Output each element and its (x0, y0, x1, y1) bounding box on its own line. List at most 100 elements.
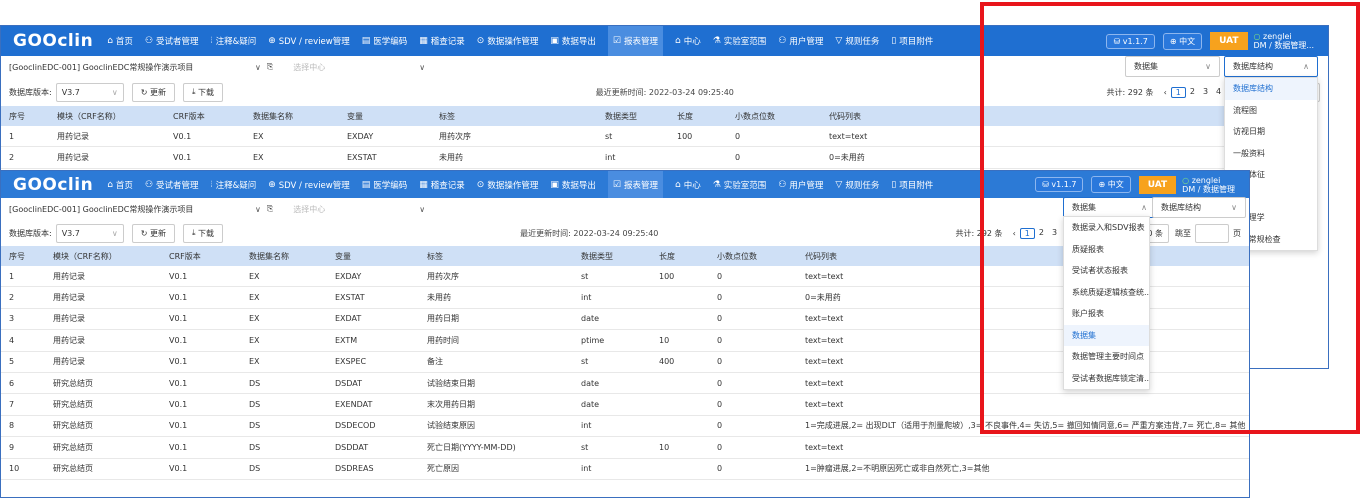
table-row[interactable]: 7 研究总结页 V0.1 DS EXENDAT 末次用药日期 date 0 text=text (1, 393, 1249, 416)
chevron-down-icon[interactable]: ∨ (255, 63, 261, 72)
column-header[interactable]: 代码列表 (797, 246, 1249, 266)
table-row[interactable]: 9 研究总结页 V0.1 DS DSDDAT 死亡日期(YYYY-MM-DD) st 10 0 t… (1, 436, 1249, 459)
nav-item[interactable]: ▽ 规则任务 (835, 35, 879, 47)
chevron-down-icon[interactable]: ∨ (419, 63, 425, 72)
nav-item[interactable]: ⚇ 用户管理 (778, 35, 823, 47)
column-header[interactable]: 标签 (431, 106, 597, 126)
refresh-button[interactable]: ↻ 更新 (131, 82, 175, 102)
nav-item[interactable]: ⦙ 注释&疑问 (211, 35, 257, 47)
nav-item[interactable]: ▦ 稽查记录 (419, 179, 465, 191)
column-header[interactable]: 长度 (669, 106, 727, 126)
column-header[interactable]: 小数点位数 (709, 246, 797, 266)
report-struct-select-back[interactable]: 数据库结构 ∧ (1224, 56, 1318, 77)
dropdown-option[interactable]: 数据库结构 (1225, 78, 1317, 100)
project-select[interactable]: [GooclinEDC-001] GooclinEDC常规操作演示项目 (9, 62, 249, 73)
chevron-down-icon[interactable]: ∨ (255, 205, 261, 214)
nav-item[interactable]: ⊙ 数据操作管理 (477, 35, 539, 47)
column-header[interactable]: 标签 (419, 246, 573, 266)
nav-item[interactable]: ⊙ 数据操作管理 (477, 179, 539, 191)
project-select[interactable]: [GooclinEDC-001] GooclinEDC常规操作演示项目 (9, 204, 249, 215)
page-number[interactable]: 3 (1199, 87, 1212, 98)
page-number[interactable]: 2 (1186, 87, 1199, 98)
user-menu[interactable]: ○ zenglei DM / 数据管理 (1182, 176, 1235, 194)
column-header[interactable]: 模块（CRF名称） (45, 246, 161, 266)
dropdown-option[interactable]: 一般资料 (1225, 143, 1317, 165)
column-header[interactable]: 序号 (1, 246, 45, 266)
nav-item[interactable]: ⦙ 注释&疑问 (211, 179, 257, 191)
nav-item[interactable]: ⊕ SDV / review管理 (268, 179, 350, 191)
column-header[interactable]: 数据类型 (597, 106, 669, 126)
table-row[interactable]: 10 研究总结页 V0.1 DS DSDREAS 死亡原因 int 0 1=肿瘤进展,2=不明原… (1, 458, 1249, 480)
chevron-down-icon[interactable]: ∨ (419, 205, 425, 214)
prev-page-icon[interactable]: ‹ (1160, 88, 1171, 97)
column-header[interactable]: 数据集名称 (245, 106, 339, 126)
column-header[interactable]: 序号 (1, 106, 49, 126)
nav-item[interactable]: ▦ 稽查记录 (419, 35, 465, 47)
export-icon[interactable]: ⎘ (267, 62, 273, 72)
nav-item[interactable]: ⚗ 实验室范围 (713, 179, 767, 191)
table-row[interactable]: 8 研究总结页 V0.1 DS DSDECOD 试验结束原因 int 0 1=完成进展,2= 出… (1, 415, 1249, 438)
nav-item[interactable]: ⌂ 中心 (675, 179, 701, 191)
page-number[interactable]: 1 (1170, 86, 1186, 98)
center-select[interactable]: 选择中心 (293, 62, 413, 73)
column-header[interactable]: CRF版本 (165, 106, 245, 126)
nav-item[interactable]: ⚇ 受试者管理 (145, 179, 199, 191)
db-version-select[interactable]: V3.7 ∨ (55, 223, 124, 243)
column-header[interactable]: CRF版本 (161, 246, 241, 266)
dropdown-option[interactable]: 数据管理主要时间点 (1064, 346, 1149, 368)
column-header[interactable]: 数据集名称 (241, 246, 327, 266)
nav-item[interactable]: ⚇ 用户管理 (778, 179, 823, 191)
nav-item[interactable]: ⚇ 受试者管理 (145, 35, 199, 47)
page-number[interactable]: 1 (1019, 227, 1035, 239)
dropdown-option[interactable]: 系统质疑逻辑核查统... (1064, 282, 1149, 304)
export-icon[interactable]: ⎘ (267, 204, 273, 214)
refresh-button[interactable]: ↻ 更新 (131, 223, 175, 243)
db-version-select[interactable]: V3.7 ∨ (55, 82, 124, 102)
dropdown-option[interactable]: 流程图 (1225, 100, 1317, 122)
dropdown-option[interactable]: 数据集 (1064, 324, 1149, 346)
column-header[interactable]: 长度 (651, 246, 709, 266)
download-button[interactable]: ⤓ 下载 (182, 82, 224, 102)
dropdown-option[interactable]: 数据录入和SDV报表 (1064, 217, 1149, 239)
dropdown-option[interactable]: 质疑报表 (1064, 239, 1149, 261)
table-row[interactable]: 2 用药记录 V0.1 EX EXSTAT 未用药 int 0 0=未用药 (1, 146, 1287, 169)
language-button[interactable]: ⊕ 中文 (1091, 176, 1131, 193)
report-type-select-front[interactable]: 数据集 ∧ (1063, 197, 1156, 218)
download-button[interactable]: ⤓ 下载 (182, 223, 224, 243)
page-number[interactable]: 2 (1035, 228, 1048, 239)
nav-item[interactable]: ⌂ 首页 (107, 179, 133, 191)
nav-item[interactable]: ▣ 数据导出 (550, 35, 596, 47)
column-header[interactable]: 变量 (339, 106, 431, 126)
page-number[interactable]: 3 (1048, 228, 1061, 239)
user-menu[interactable]: ○ zenglei DM / 数据管理... (1254, 32, 1314, 50)
nav-item[interactable]: ⊕ SDV / review管理 (268, 35, 350, 47)
dropdown-option[interactable]: 访视日期 (1225, 121, 1317, 143)
nav-item[interactable]: ⌂ 中心 (675, 35, 701, 47)
center-select[interactable]: 选择中心 (293, 204, 413, 215)
nav-item[interactable]: ▽ 规则任务 (835, 179, 879, 191)
nav-item[interactable]: ☑ 报表管理 (607, 171, 663, 198)
language-button[interactable]: ⊕ 中文 (1162, 32, 1203, 50)
nav-item[interactable]: ☑ 报表管理 (607, 26, 663, 56)
nav-item[interactable]: ▯ 项目附件 (891, 35, 933, 47)
column-header[interactable]: 变量 (327, 246, 419, 266)
column-header[interactable]: 小数点位数 (727, 106, 821, 126)
nav-item[interactable]: ▤ 医学编码 (362, 179, 408, 191)
dropdown-option[interactable]: 受试者状态报表 (1064, 260, 1149, 282)
column-header[interactable]: 代码列表 (821, 106, 1287, 126)
report-struct-select-front[interactable]: 数据库结构 ∨ (1152, 197, 1246, 218)
goto-input[interactable] (1195, 223, 1229, 243)
dropdown-option[interactable]: 账户报表 (1064, 303, 1149, 325)
version-badge[interactable]: ⛁ v1.1.7 (1106, 33, 1155, 49)
prev-page-icon[interactable]: ‹ (1009, 229, 1020, 238)
nav-item[interactable]: ▤ 医学编码 (362, 35, 408, 47)
report-type-select-back[interactable]: 数据集 ∨ (1125, 56, 1220, 77)
nav-item[interactable]: ▯ 项目附件 (891, 179, 933, 191)
version-badge[interactable]: ⛁ v1.1.7 (1035, 177, 1084, 192)
column-header[interactable]: 数据类型 (573, 246, 651, 266)
nav-item[interactable]: ⚗ 实验室范围 (713, 35, 767, 47)
column-header[interactable]: 模块（CRF名称） (49, 106, 165, 126)
table-row[interactable]: 1 用药记录 V0.1 EX EXDAY 用药次序 st 100 0 text=text (1, 126, 1287, 148)
nav-item[interactable]: ▣ 数据导出 (550, 179, 596, 191)
dropdown-option[interactable]: 受试者数据库锁定清... (1064, 368, 1149, 390)
